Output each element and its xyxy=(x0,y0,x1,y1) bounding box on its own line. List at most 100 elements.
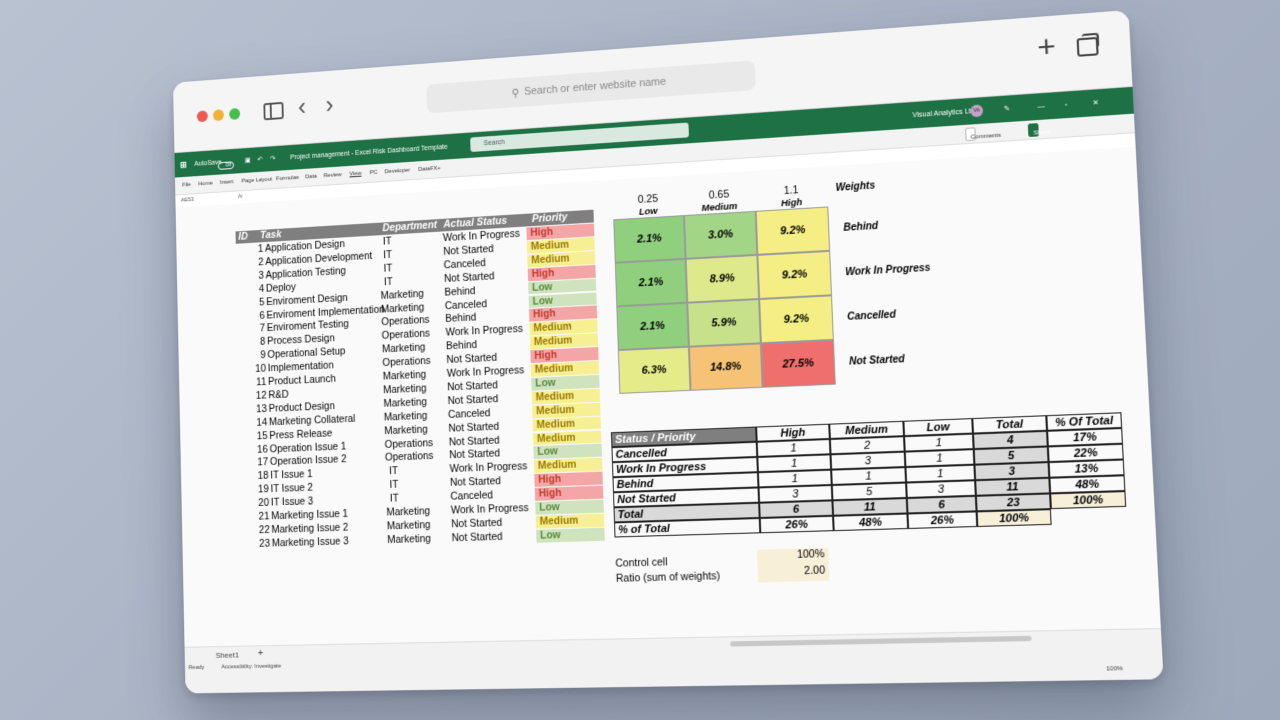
priority-cell[interactable]: Low xyxy=(533,443,602,460)
status-cell[interactable]: Not Started xyxy=(450,475,501,490)
task-id-cell[interactable]: 12 xyxy=(239,390,267,404)
tab-page-layout[interactable]: Page Layout xyxy=(242,177,273,185)
department-cell[interactable]: IT xyxy=(383,235,392,248)
save-icon[interactable]: ▣ xyxy=(245,156,251,164)
status-cell[interactable]: Not Started xyxy=(449,434,500,449)
status-accessibility[interactable]: Accessibility: Investigate xyxy=(221,664,281,671)
task-name-cell[interactable]: Marketing Issue 3 xyxy=(272,535,349,550)
task-name-cell[interactable]: Marketing Collateral xyxy=(269,413,356,429)
task-name-cell[interactable]: IT Issue 2 xyxy=(270,482,313,496)
task-id-cell[interactable]: 19 xyxy=(241,484,269,498)
department-cell[interactable]: Marketing xyxy=(387,519,431,533)
summary-value-cell[interactable]: 100% xyxy=(1050,491,1127,510)
comments-button[interactable]: Comments xyxy=(964,127,1001,142)
status-cell[interactable]: Work In Progress xyxy=(445,323,523,340)
task-name-cell[interactable]: Operation Issue 2 xyxy=(270,454,347,469)
tab-formulas[interactable]: Formulas xyxy=(276,175,299,182)
department-cell[interactable]: Operations xyxy=(384,437,433,452)
status-cell[interactable]: Canceled xyxy=(444,257,486,272)
name-box[interactable]: AE53 xyxy=(181,197,194,204)
status-cell[interactable]: Canceled xyxy=(448,407,491,422)
task-id-cell[interactable]: 15 xyxy=(240,430,268,444)
task-id-cell[interactable]: 13 xyxy=(239,403,267,417)
task-name-cell[interactable]: Marketing Issue 2 xyxy=(271,522,348,537)
status-cell[interactable]: Not Started xyxy=(446,352,497,367)
department-cell[interactable]: Operations xyxy=(381,314,430,329)
status-cell[interactable]: Not Started xyxy=(443,243,494,259)
new-tab-icon[interactable]: + xyxy=(1036,30,1056,65)
summary-pct-cell[interactable]: 48% xyxy=(833,513,909,532)
heatmap-cell[interactable]: 9.2% xyxy=(759,295,834,344)
status-cell[interactable]: Work In Progress xyxy=(449,461,527,477)
status-cell[interactable]: Not Started xyxy=(451,517,502,531)
heatmap-cell[interactable]: 2.1% xyxy=(614,258,688,307)
status-cell[interactable]: Work In Progress xyxy=(447,364,525,380)
department-cell[interactable]: IT xyxy=(384,276,393,289)
pen-icon[interactable]: ✎ xyxy=(1004,105,1011,114)
department-cell[interactable]: Marketing xyxy=(384,423,428,437)
task-id-cell[interactable]: 4 xyxy=(237,283,265,297)
department-cell[interactable]: Operations xyxy=(385,450,434,465)
priority-cell[interactable]: High xyxy=(534,485,604,501)
task-name-cell[interactable]: R&D xyxy=(268,389,289,402)
minimize-icon[interactable]: — xyxy=(1037,103,1045,111)
minimize-window-button[interactable] xyxy=(212,109,224,122)
close-window-button[interactable] xyxy=(196,110,208,123)
status-cell[interactable]: Canceled xyxy=(450,489,493,503)
tab-developer[interactable]: Developer xyxy=(385,168,411,175)
task-name-cell[interactable]: IT Issue 1 xyxy=(270,469,313,483)
heatmap-cell[interactable]: 2.1% xyxy=(616,302,689,351)
priority-cell[interactable]: Medium xyxy=(532,416,601,432)
address-bar[interactable]: ⚲ Search or enter website name xyxy=(426,60,756,114)
task-name-cell[interactable]: IT Issue 3 xyxy=(271,496,314,510)
heatmap-cell[interactable]: 27.5% xyxy=(760,339,836,388)
status-cell[interactable]: Behind xyxy=(444,285,475,299)
priority-cell[interactable]: Low xyxy=(536,527,605,543)
sidebar-toggle-icon[interactable] xyxy=(263,101,284,121)
status-cell[interactable]: Behind xyxy=(445,312,476,326)
task-id-cell[interactable]: 18 xyxy=(241,470,269,484)
heatmap-cell[interactable]: 9.2% xyxy=(755,206,831,255)
status-cell[interactable]: Not Started xyxy=(449,448,500,463)
maximize-window-button[interactable] xyxy=(229,107,241,121)
department-cell[interactable]: IT xyxy=(383,262,392,275)
task-id-cell[interactable]: 1 xyxy=(236,243,264,257)
tab-review[interactable]: Review xyxy=(324,172,342,179)
summary-pct-cell[interactable]: 100% xyxy=(976,509,1052,528)
priority-cell[interactable]: Medium xyxy=(532,430,602,446)
task-id-cell[interactable]: 3 xyxy=(236,270,264,284)
tab-home[interactable]: Home xyxy=(198,181,212,188)
close-icon[interactable]: ✕ xyxy=(1092,98,1099,108)
task-id-cell[interactable]: 23 xyxy=(242,538,270,551)
status-cell[interactable]: Not Started xyxy=(451,531,502,545)
department-cell[interactable]: IT xyxy=(383,249,392,262)
status-cell[interactable]: Work In Progress xyxy=(451,502,529,517)
task-id-cell[interactable]: 17 xyxy=(241,457,269,471)
department-cell[interactable]: Operations xyxy=(382,355,431,370)
heatmap-cell[interactable]: 2.1% xyxy=(613,215,686,263)
department-cell[interactable]: Marketing xyxy=(387,533,431,547)
status-cell[interactable]: Not Started xyxy=(447,379,498,394)
department-cell[interactable]: Marketing xyxy=(380,288,424,303)
forward-arrow-icon[interactable]: › xyxy=(325,90,334,119)
task-id-cell[interactable]: 21 xyxy=(242,511,270,524)
department-cell[interactable]: Marketing xyxy=(382,342,426,357)
share-button[interactable]: Share xyxy=(1027,123,1051,138)
redo-icon[interactable]: ↷ xyxy=(270,155,276,163)
priority-cell[interactable]: Medium xyxy=(535,513,605,529)
task-id-cell[interactable]: 2 xyxy=(236,256,264,270)
restore-icon[interactable]: ▫ xyxy=(1065,101,1068,108)
tab-data[interactable]: Data xyxy=(305,174,317,180)
task-id-cell[interactable]: 6 xyxy=(237,310,265,324)
file-title[interactable]: Project management - Excel Risk Dashboar… xyxy=(290,143,448,160)
task-id-cell[interactable]: 11 xyxy=(239,376,267,390)
department-cell[interactable]: Marketing xyxy=(384,410,428,425)
status-cell[interactable]: Not Started xyxy=(444,270,495,285)
department-cell[interactable]: Marketing xyxy=(383,382,427,397)
tab-file[interactable]: File xyxy=(182,182,191,188)
task-id-cell[interactable]: 9 xyxy=(238,350,266,364)
priority-cell[interactable]: High xyxy=(534,471,603,488)
task-id-cell[interactable]: 5 xyxy=(237,296,265,310)
ratio-value[interactable]: 2.00 xyxy=(757,564,830,583)
worksheet[interactable]: ID Task Department Actual Status Priority 1 Ap… xyxy=(175,146,1161,648)
